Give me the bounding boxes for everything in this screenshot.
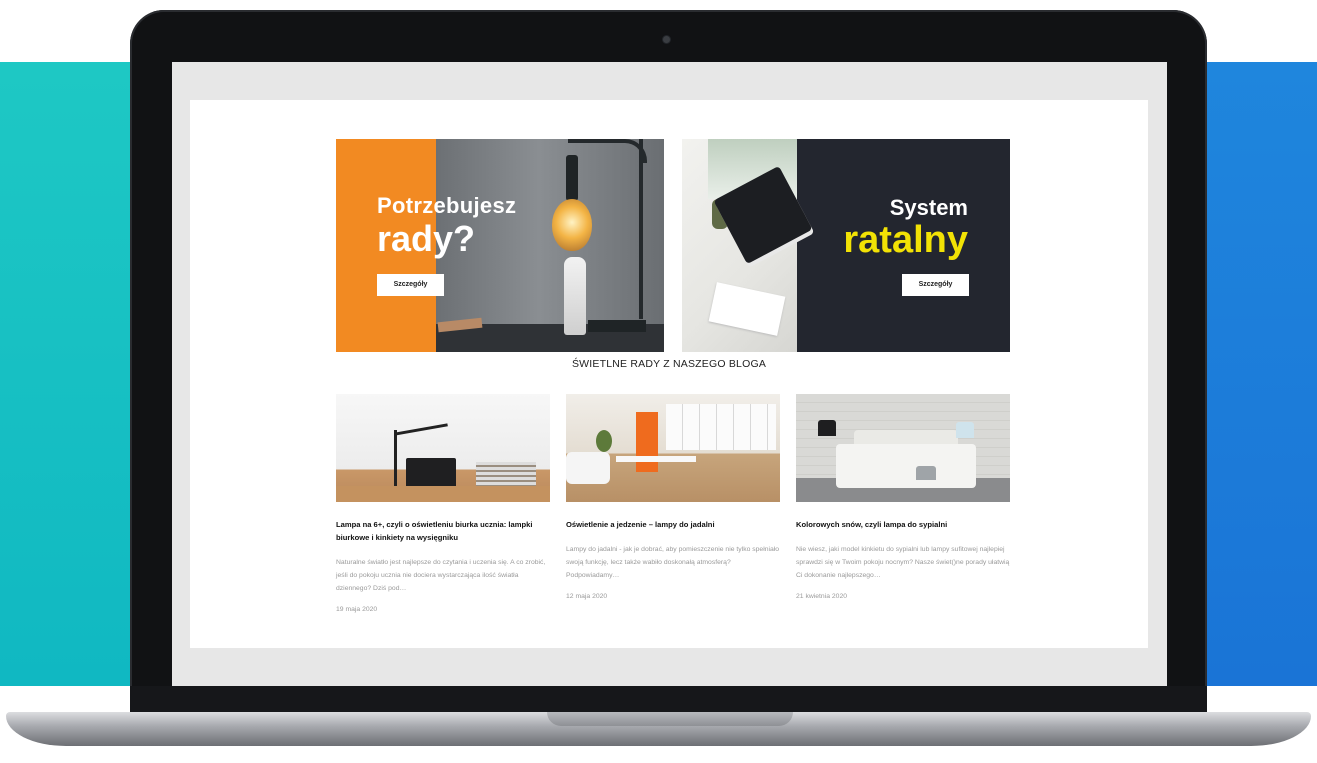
laptop-image <box>406 458 456 488</box>
sofa-image <box>566 452 610 484</box>
bedside-lamp-image <box>818 420 836 436</box>
desk-image <box>336 486 550 502</box>
orange-fridge-image <box>636 412 658 472</box>
toy-figure-image <box>564 257 586 335</box>
blog-card[interactable]: Kolorowych snów, czyli lampa do sypialni… <box>796 394 1010 600</box>
lamp-base-image <box>588 320 646 332</box>
blog-post-title[interactable]: Kolorowych snów, czyli lampa do sypialni <box>796 518 1010 531</box>
installment-banner-line1: System <box>889 195 968 220</box>
blog-post-title[interactable]: Lampa na 6+, czyli o oświetleniu biurka … <box>336 518 550 544</box>
installment-details-button[interactable]: Szczegóły <box>902 274 969 296</box>
laptop-base-notch <box>547 712 793 726</box>
desk-lamp-arm-image <box>394 423 448 436</box>
blog-thumbnail-desk[interactable] <box>336 394 550 502</box>
blog-card[interactable]: Lampa na 6+, czyli o oświetleniu biurka … <box>336 394 550 613</box>
blog-post-excerpt: Naturalne światło jest najlepsze do czyt… <box>336 559 546 592</box>
lamp-arm-image <box>568 139 647 163</box>
lamp-pole-image <box>639 139 643 319</box>
advice-banner-line1: Potrzebujesz <box>377 193 517 218</box>
blog-post-excerpt: Lampy do jadalni - jak je dobrać, aby po… <box>566 546 780 579</box>
advice-banner[interactable]: Potrzebujesz rady? Szczegóły <box>336 139 664 352</box>
installment-banner-title: System ratalny <box>843 195 968 261</box>
blog-post-date: 19 maja 2020 <box>336 606 378 613</box>
web-page: Potrzebujesz rady? Szczegóły System rata… <box>190 100 1148 648</box>
blue-background-panel <box>1192 62 1317 686</box>
advice-details-button[interactable]: Szczegóły <box>377 274 444 296</box>
blog-thumbnail-bedroom[interactable] <box>796 394 1010 502</box>
installment-banner[interactable]: System ratalny Szczegóły <box>682 139 1010 352</box>
blog-post-title[interactable]: Oświetlenie a jedzenie – lampy do jadaln… <box>566 518 780 531</box>
webcam-icon <box>663 36 670 43</box>
kitchen-cabinets-image <box>666 404 776 450</box>
blog-post-date: 21 kwietnia 2020 <box>796 593 848 600</box>
advice-banner-line2: rady? <box>377 218 476 259</box>
advice-banner-title: Potrzebujesz rady? <box>377 195 516 257</box>
table-lamp-image <box>916 466 936 480</box>
lightbulb-image <box>552 199 592 251</box>
blog-card[interactable]: Oświetlenie a jedzenie – lampy do jadaln… <box>566 394 780 600</box>
bedside-lamp-image <box>956 422 974 438</box>
dining-table-image <box>616 456 696 462</box>
blog-section-heading: ŚWIETLNE RADY Z NASZEGO BLOGA <box>571 358 767 370</box>
laptop-bezel-bottom <box>130 686 1207 714</box>
blog-thumbnail-dining[interactable] <box>566 394 780 502</box>
desk-lamp-image <box>394 430 397 486</box>
books-image <box>476 462 536 488</box>
bed-image <box>836 444 976 488</box>
blog-post-excerpt: Nie wiesz, jaki model kinkietu do sypial… <box>796 546 1010 579</box>
installment-banner-line2: ratalny <box>843 219 968 261</box>
lamp-socket-image <box>566 155 578 201</box>
blog-post-date: 12 maja 2020 <box>566 593 608 600</box>
plant-image <box>596 430 612 452</box>
laptop-screen: Potrzebujesz rady? Szczegóły System rata… <box>172 62 1167 686</box>
